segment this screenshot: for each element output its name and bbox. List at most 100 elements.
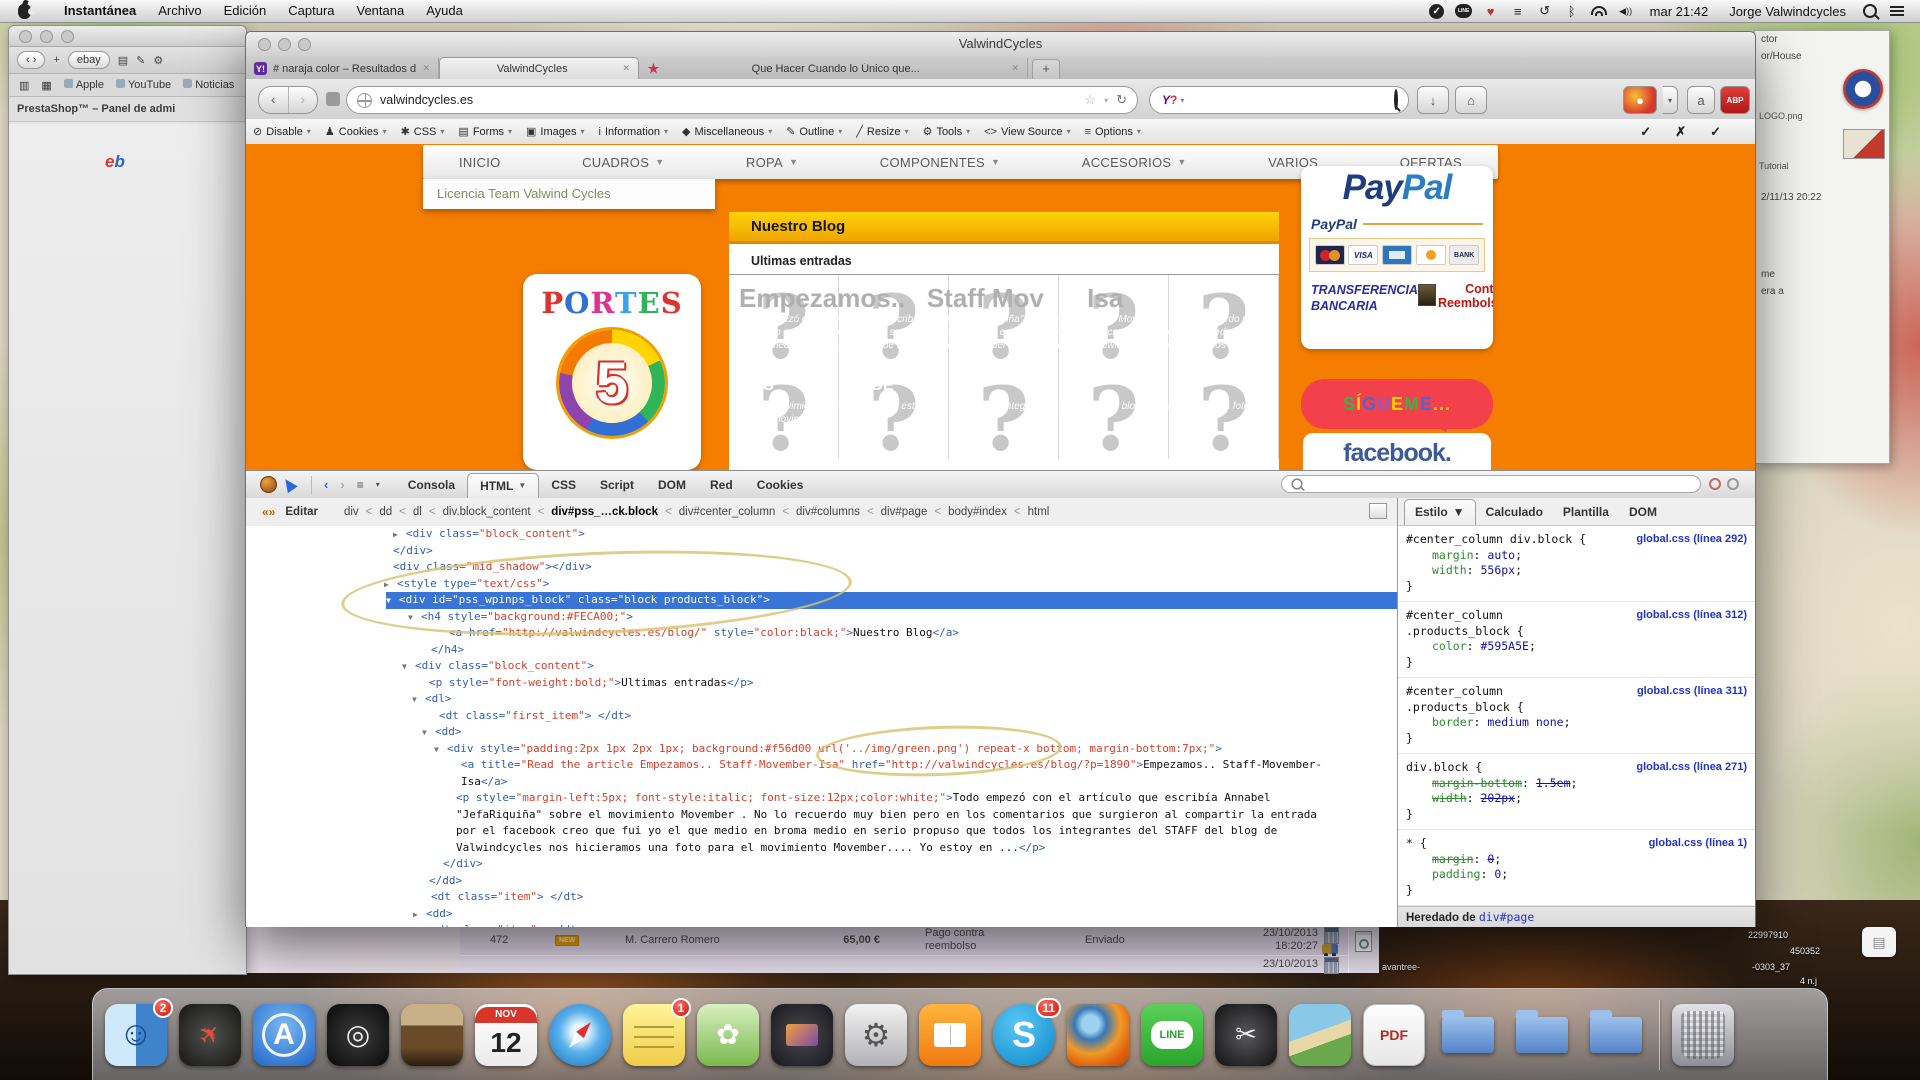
style-tab-calculado[interactable]: Calculado xyxy=(1476,499,1553,525)
tab-close-icon[interactable]: ✕ xyxy=(1011,63,1019,74)
follow-us-bubble[interactable]: SÍGUEME ... xyxy=(1301,379,1493,429)
document-preview-cell[interactable] xyxy=(1348,925,1379,973)
html-tree-node[interactable]: ▶<dd> xyxy=(246,906,1397,923)
browser-tab-3[interactable]: ★Que Hacer Cuando lo Único que...✕ xyxy=(639,58,1028,79)
desktop-file-label[interactable]: 4 n.j xyxy=(1800,976,1817,986)
devtoolbar-forms[interactable]: ▤Forms▾ xyxy=(451,125,519,138)
twisty-closed-icon[interactable]: ▶ xyxy=(384,577,389,594)
tutorial-thumbnail[interactable] xyxy=(1843,129,1885,159)
desktop-file-label[interactable]: 450352 xyxy=(1790,946,1820,956)
dock-system-preferences-icon[interactable]: ⚙ xyxy=(845,1004,907,1066)
desktop-file-label[interactable]: -0303_37 xyxy=(1752,962,1790,972)
html-tree-node[interactable]: </h4> xyxy=(246,642,1397,659)
css-file-link[interactable]: global.css (línea 312) xyxy=(1636,608,1747,624)
edit-icon[interactable]: ✎ xyxy=(136,54,145,67)
dock-pdf-document-icon[interactable]: PDF xyxy=(1363,1004,1425,1066)
search-bar[interactable]: Y? ▾ xyxy=(1149,86,1409,114)
inherited-element-ref[interactable]: div#page xyxy=(1479,910,1534,924)
menu-user-name[interactable]: Jorge Valwindcycles xyxy=(1723,4,1852,19)
heart-icon[interactable]: ♥ xyxy=(1482,3,1500,19)
html-tree-node[interactable]: ▼<div style="padding:2px 1px 2px 1px; ba… xyxy=(246,741,1397,758)
logo-thumbnail[interactable] xyxy=(1843,69,1883,109)
css-property[interactable]: border: medium none; xyxy=(1406,715,1747,731)
dock-calendar-icon[interactable]: NOV12 xyxy=(475,1004,537,1066)
site-nav-cuadros[interactable]: CUADROS▼ xyxy=(582,155,664,170)
inspect-element-icon[interactable] xyxy=(280,476,297,494)
site-nav-componentes[interactable]: COMPONENTES▼ xyxy=(880,155,1000,170)
devtoolbar-information[interactable]: iInformation▾ xyxy=(592,126,676,138)
url-dropdown-icon[interactable]: ▾ xyxy=(1104,96,1108,105)
site-identity-icon[interactable] xyxy=(357,93,372,108)
firebug-icon[interactable] xyxy=(260,476,277,493)
menu-item-instantánea[interactable]: Instantánea xyxy=(53,3,147,18)
font-extension-button[interactable]: a xyxy=(1687,86,1715,114)
style-tab-dom[interactable]: DOM xyxy=(1619,499,1667,525)
errors-indicator-icon[interactable] xyxy=(1709,478,1721,490)
desktop-file-label[interactable]: 22997910 xyxy=(1748,930,1788,940)
html-tree-node[interactable]: <p style="font-weight:bold;">Ultimas ent… xyxy=(246,675,1397,692)
site-nav-accesorios[interactable]: ACCESORIOS▼ xyxy=(1082,155,1187,170)
css-file-link[interactable]: global.css (línea 1) xyxy=(1649,836,1747,852)
tab-close-icon[interactable]: ✕ xyxy=(422,63,430,74)
menu-item-ayuda[interactable]: Ayuda xyxy=(415,3,474,18)
css-property[interactable]: width: 202px; xyxy=(1406,791,1747,807)
dock-stickies-icon[interactable]: 1 xyxy=(623,1004,685,1066)
css-file-link[interactable]: global.css (línea 271) xyxy=(1636,760,1747,776)
volume-icon[interactable]: ◀)) xyxy=(1617,3,1635,19)
breadcrumb-item[interactable]: div#page xyxy=(881,506,928,518)
truck-icon[interactable] xyxy=(1322,944,1338,954)
firebug-search-input[interactable] xyxy=(1281,475,1701,493)
twisty-closed-icon[interactable]: ▶ xyxy=(413,907,418,924)
facebook-block[interactable]: facebook. xyxy=(1303,433,1491,470)
devtoolbar-miscellaneous[interactable]: ◆Miscellaneous▾ xyxy=(675,125,779,138)
html-tree-node[interactable]: </div> xyxy=(246,856,1397,873)
devtoolbar-disable[interactable]: ⊘Disable▾ xyxy=(246,125,318,138)
plus-button[interactable]: + xyxy=(53,54,59,66)
breadcrumb-item[interactable]: div.block_content xyxy=(443,506,531,518)
twisty-open-icon[interactable]: ▼ xyxy=(402,659,407,676)
html-tree-node[interactable]: </div> xyxy=(246,543,1397,560)
devtoolbar-css[interactable]: ✱CSS▾ xyxy=(394,125,452,138)
firebug-tab-html[interactable]: HTML▼ xyxy=(467,473,539,498)
css-property[interactable]: margin: auto; xyxy=(1406,548,1747,564)
print-icon[interactable]: ▤ xyxy=(118,54,128,67)
window-zoom-button[interactable] xyxy=(61,30,74,43)
dock-trash-icon[interactable] xyxy=(1672,1004,1734,1066)
time-machine-icon[interactable]: ↺ xyxy=(1536,3,1554,19)
menu-item-archivo[interactable]: Archivo xyxy=(147,3,212,18)
firebug-tab-dom[interactable]: DOM xyxy=(646,473,698,498)
html-tree-node[interactable]: <p style="margin-left:5px; font-style:it… xyxy=(246,790,1397,856)
dock-dashboard-icon[interactable]: ◎ xyxy=(327,1004,389,1066)
devtoolbar-options[interactable]: ≡Options▾ xyxy=(1078,126,1148,138)
breadcrumb-item[interactable]: div#columns xyxy=(796,506,860,518)
desktop-file-label[interactable]: avantree- xyxy=(1382,962,1420,972)
firebug-tab-consola[interactable]: Consola xyxy=(396,473,467,498)
tools-icon[interactable]: ⚙ xyxy=(153,54,163,67)
dock-folder-2-icon[interactable] xyxy=(1511,1004,1573,1066)
dock-photos-icon[interactable]: ✿ xyxy=(697,1004,759,1066)
site-nav-inicio[interactable]: INICIO xyxy=(459,155,501,170)
blog-post-title-overlay[interactable]: Empezamos.. Staff Mov Isa xyxy=(739,283,1269,314)
devtoolbar-view-source[interactable]: <>View Source▾ xyxy=(977,126,1077,138)
notification-list-icon[interactable] xyxy=(1888,3,1906,19)
window-titlebar[interactable]: ValwindCycles xyxy=(246,32,1755,58)
firebug-tab-script[interactable]: Script xyxy=(588,473,646,498)
browser-tab-2[interactable]: VValwindCycles✕ xyxy=(439,57,639,79)
dock-firefox-icon[interactable] xyxy=(1067,1004,1129,1066)
html-tree-node[interactable]: ▶<style type="text/css"> xyxy=(246,576,1397,593)
dock-scissors-icon[interactable]: ✂ xyxy=(1215,1004,1277,1066)
search-engine-dropdown-icon[interactable]: ▾ xyxy=(1177,96,1184,105)
dock-folder-1-icon[interactable] xyxy=(1437,1004,1499,1066)
back-forward-buttons[interactable]: ‹ › xyxy=(17,51,45,69)
twisty-open-icon[interactable]: ▼ xyxy=(412,692,417,709)
calculator-icon[interactable] xyxy=(1324,927,1339,944)
grid-icon[interactable]: ▦ xyxy=(41,79,51,92)
devtoolbar-cookies[interactable]: ♟Cookies▾ xyxy=(318,125,394,138)
table-row[interactable]: 472 NEW M. Carrero Romero 65,00 € Pago c… xyxy=(460,925,1378,956)
firebug-tab-css[interactable]: CSS xyxy=(539,473,588,498)
html-tree-node[interactable]: <dt class="item"> </dt> xyxy=(246,922,1397,927)
html-tree-node[interactable]: ▼<dd> xyxy=(246,724,1397,741)
css-file-link[interactable]: global.css (línea 311) xyxy=(1637,684,1747,700)
blog-post-title-overlay-2[interactable]: ROS 18€ DE xyxy=(739,377,1269,395)
table-row-partial[interactable]: 23/10/2013 xyxy=(460,956,1378,973)
